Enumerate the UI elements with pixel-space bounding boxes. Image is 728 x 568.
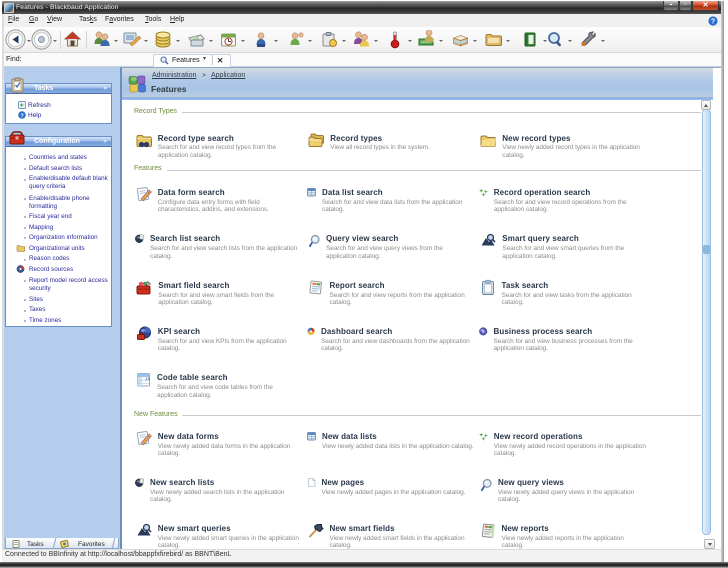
svg-text:15: 15	[145, 376, 150, 381]
svg-text:?: ?	[711, 19, 715, 26]
